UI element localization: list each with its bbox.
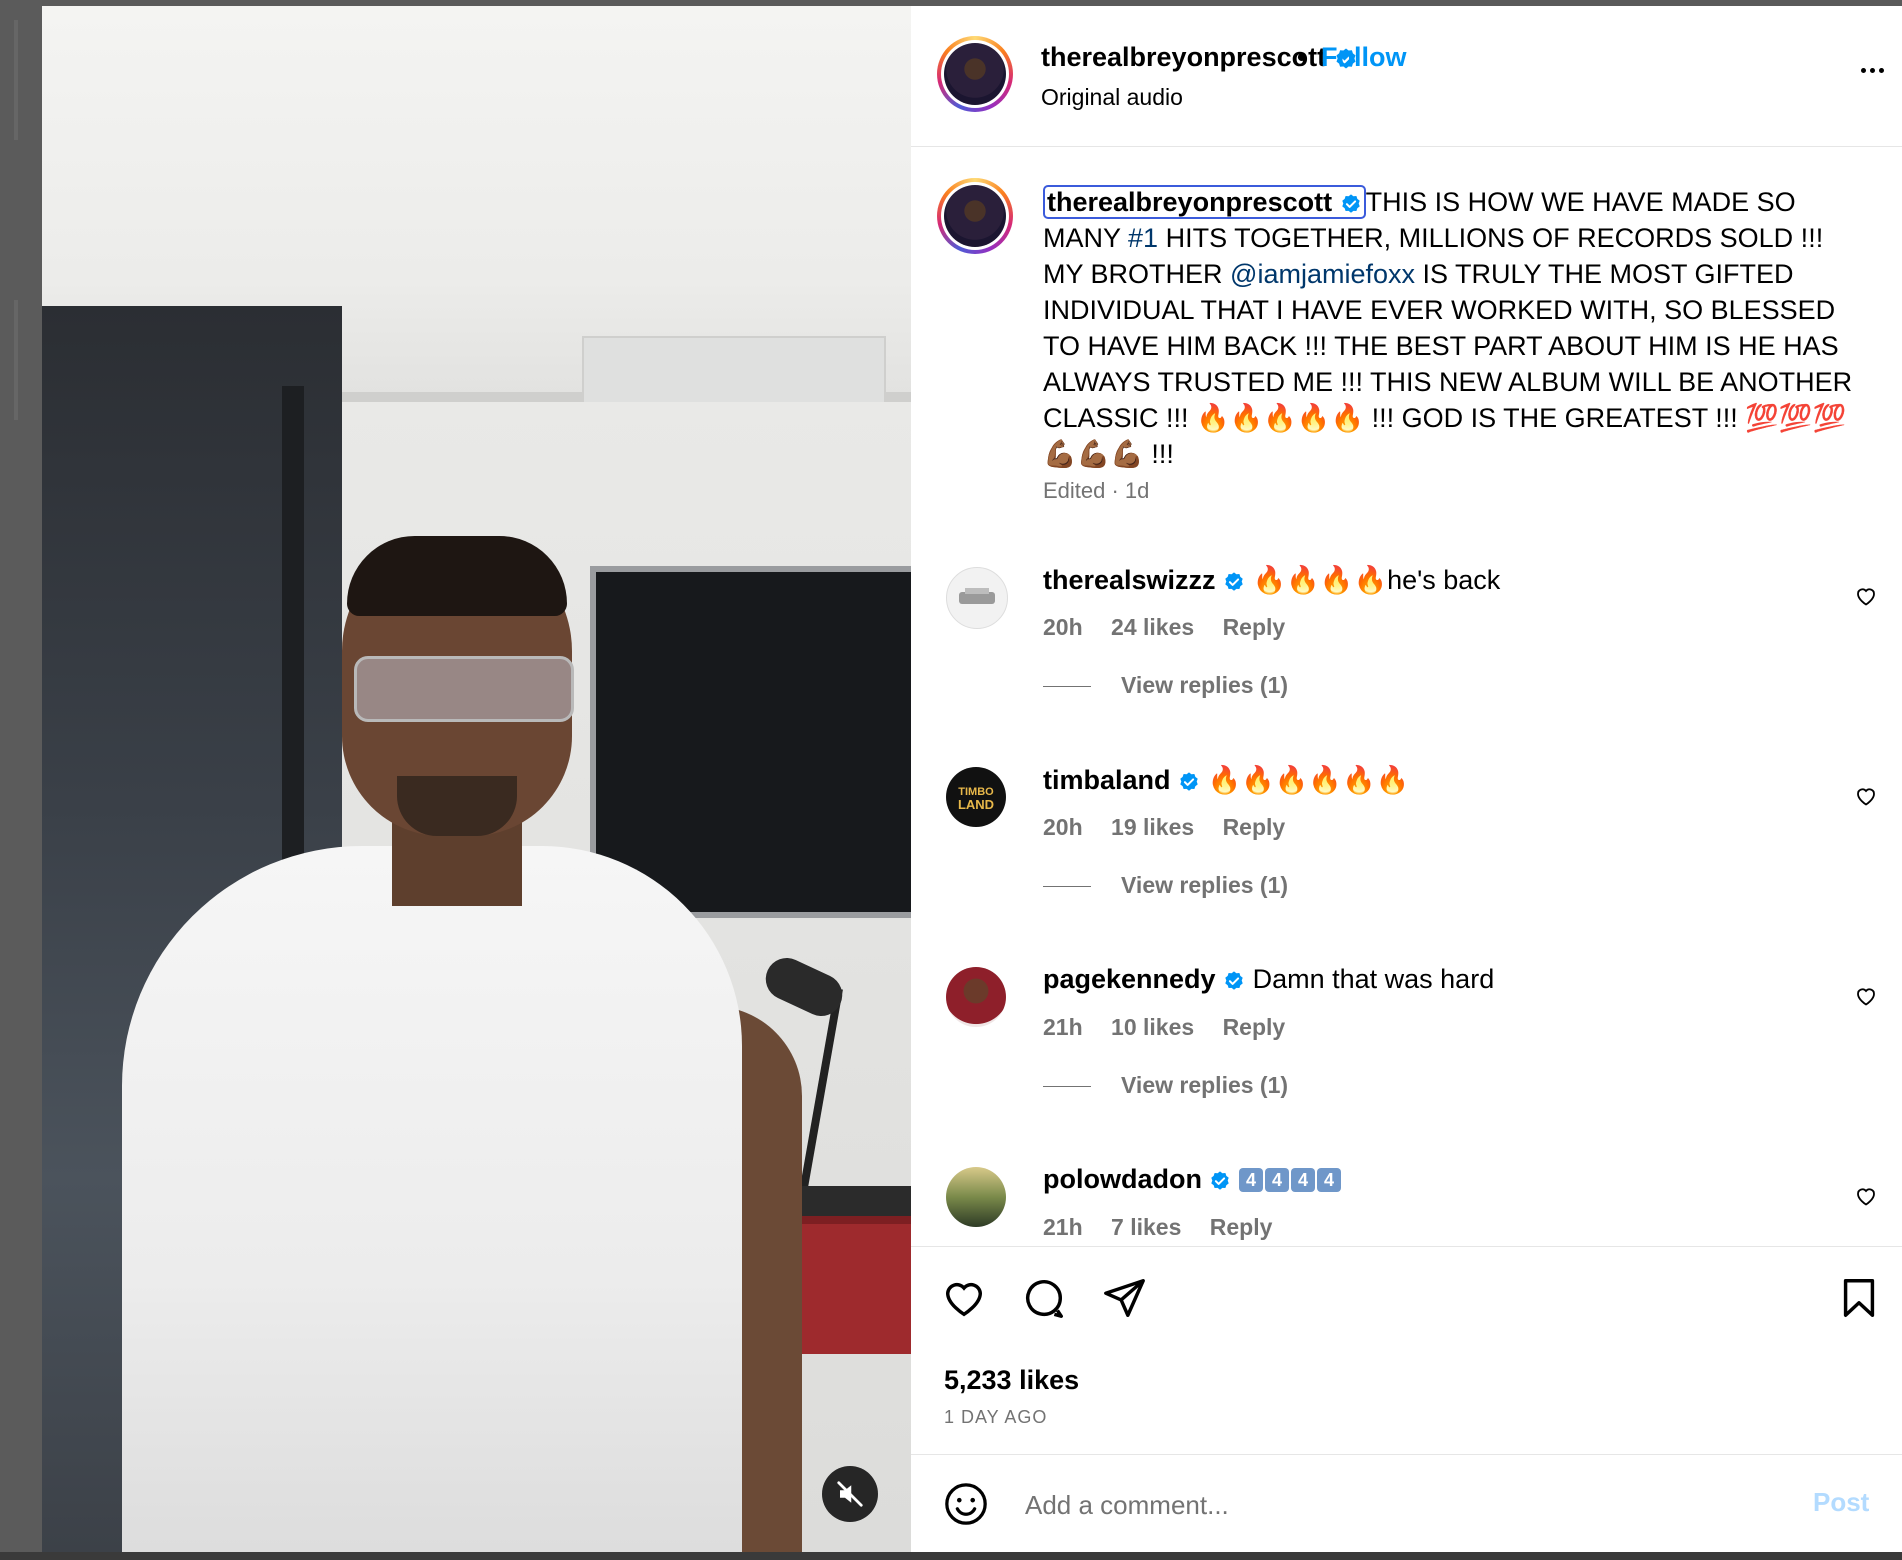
commenter-username[interactable]: pagekennedy (1043, 964, 1216, 994)
more-options-icon[interactable] (1859, 60, 1893, 80)
commenter-username[interactable]: polowdadon (1043, 1164, 1202, 1194)
comment-text: 🔥🔥🔥🔥🔥🔥 (1207, 765, 1410, 795)
post-header: therealbreyonprescott • Follow Original … (911, 6, 1902, 147)
follow-button[interactable]: Follow (1321, 42, 1406, 73)
heart-icon[interactable] (1854, 1184, 1878, 1208)
comment-likes[interactable]: 7 likes (1111, 1214, 1181, 1240)
verified-badge-icon (1211, 1171, 1230, 1190)
comment-time[interactable]: 21h (1043, 1014, 1083, 1040)
commenter-username[interactable]: therealswizzz (1043, 565, 1216, 595)
svg-text:LAND: LAND (958, 797, 994, 812)
author-username[interactable]: therealbreyonprescott (1041, 42, 1358, 73)
comment-keycaps: 4444 (1239, 1164, 1343, 1194)
verified-badge-icon (1180, 772, 1198, 791)
emoji-icon[interactable] (943, 1481, 989, 1527)
comment-item: TIMBO LAND timbaland 🔥🔥🔥🔥🔥🔥 20h 19 likes … (911, 764, 1902, 934)
post-side-panel: therealbreyonprescott • Follow Original … (911, 6, 1902, 1552)
view-replies-button[interactable]: View replies (1) (1043, 672, 1288, 699)
backdrop-bottom (0, 1552, 1902, 1560)
view-replies-button[interactable]: View replies (1) (1043, 1072, 1288, 1099)
comment-input[interactable] (1023, 1479, 1727, 1531)
bookmark-icon[interactable] (1836, 1275, 1882, 1321)
comment-composer: Post (911, 1454, 1902, 1553)
comment-likes[interactable]: 24 likes (1111, 614, 1194, 640)
reply-button[interactable]: Reply (1223, 814, 1286, 840)
verified-badge-icon (1225, 572, 1243, 591)
reply-button[interactable]: Reply (1223, 1014, 1286, 1040)
verified-badge-icon (1341, 194, 1360, 213)
post-actions: 5,233 likes 1 DAY AGO (911, 1246, 1902, 1455)
commenter-username[interactable]: timbaland (1043, 765, 1171, 795)
audio-label[interactable]: Original audio (1041, 84, 1183, 111)
view-replies-button[interactable]: View replies (1) (1043, 872, 1288, 899)
heart-icon[interactable] (1854, 984, 1878, 1008)
commenter-avatar[interactable] (946, 567, 1008, 629)
caption-avatar[interactable] (937, 178, 1013, 254)
muted-speaker-icon (837, 1481, 863, 1507)
reel-video[interactable] (42, 6, 911, 1552)
comment-item: pagekennedy Damn that was hard 21h 10 li… (911, 964, 1902, 1134)
heart-icon[interactable] (1854, 784, 1878, 808)
comment-icon[interactable] (1021, 1275, 1067, 1321)
comment-item: polowdadon 4444 21h 7 likes Reply (911, 1164, 1902, 1246)
comment-time[interactable]: 20h (1043, 614, 1083, 640)
comment-likes[interactable]: 10 likes (1111, 1014, 1194, 1040)
caption-username[interactable]: therealbreyonprescott (1043, 185, 1366, 219)
caption-text: therealbreyonprescott THIS IS HOW WE HAV… (1043, 185, 1853, 469)
comment-text: Damn that was hard (1252, 964, 1495, 994)
verified-badge-icon (1225, 971, 1243, 990)
heart-icon[interactable] (1854, 584, 1878, 608)
post-time-ago: 1 DAY AGO (944, 1407, 1048, 1427)
share-icon[interactable] (1101, 1275, 1147, 1321)
comment-text: 🔥🔥🔥🔥he's back (1252, 565, 1501, 595)
backdrop-left (0, 0, 42, 1560)
header-separator: • (1297, 42, 1307, 72)
commenter-avatar[interactable] (946, 967, 1006, 1027)
post-modal: therealbreyonprescott • Follow Original … (42, 6, 1902, 1552)
commenter-avatar[interactable]: TIMBO LAND (946, 767, 1006, 827)
mute-toggle-button[interactable] (822, 1466, 878, 1522)
commenter-avatar[interactable] (946, 1167, 1006, 1227)
post-button[interactable]: Post (1813, 1487, 1869, 1518)
hashtag-link[interactable]: #1 (1128, 223, 1158, 253)
caption-edited-time: Edited · 1d (1043, 478, 1150, 503)
likes-count[interactable]: 5,233 likes (944, 1365, 1079, 1396)
mention-link[interactable]: @iamjamiefoxx (1230, 259, 1415, 289)
comment-likes[interactable]: 19 likes (1111, 814, 1194, 840)
reply-button[interactable]: Reply (1223, 614, 1286, 640)
reply-button[interactable]: Reply (1210, 1214, 1273, 1240)
comment-time[interactable]: 21h (1043, 1214, 1083, 1240)
comment-time[interactable]: 20h (1043, 814, 1083, 840)
author-avatar[interactable] (937, 36, 1013, 112)
like-heart-icon[interactable] (941, 1275, 987, 1321)
comment-item: therealswizzz 🔥🔥🔥🔥he's back 20h 24 likes… (911, 564, 1902, 734)
